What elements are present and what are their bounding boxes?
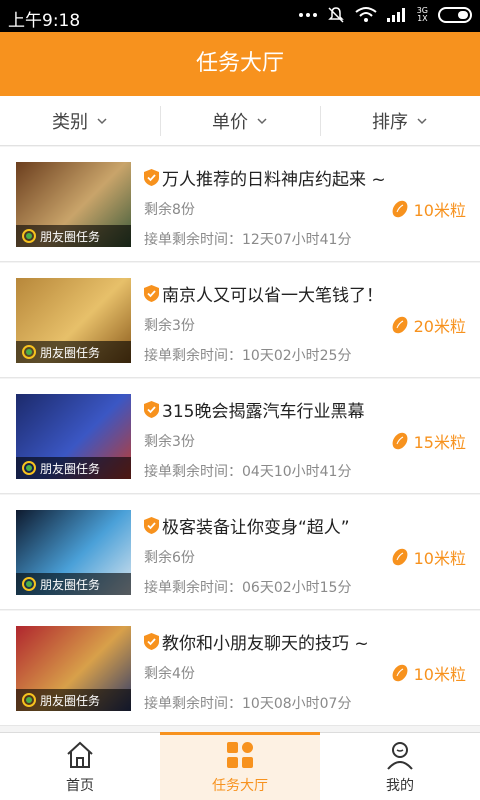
user-icon	[387, 741, 413, 770]
moments-logo-icon	[22, 577, 36, 591]
task-deadline: 接单剩余时间：12天07小时41分	[144, 232, 352, 248]
chevron-down-icon	[417, 117, 427, 124]
grid-icon	[227, 741, 253, 768]
rice-grain-icon	[392, 432, 408, 450]
moments-task-label: 朋友圈任务	[40, 577, 101, 592]
moments-task-label: 朋友圈任务	[40, 693, 101, 708]
task-remaining: 剩余4份	[144, 666, 195, 682]
rice-grain-icon	[392, 548, 408, 566]
task-deadline: 接单剩余时间：04天10小时41分	[144, 464, 352, 480]
task-deadline: 接单剩余时间：06天02小时15分	[144, 580, 352, 596]
filter-category[interactable]: 类别	[0, 96, 160, 145]
moments-task-tag: 朋友圈任务	[16, 225, 131, 247]
task-reward-value: 10米粒	[413, 201, 466, 220]
signal-icon	[386, 8, 405, 22]
status-time: 上午9:18	[8, 11, 81, 31]
tab-mine[interactable]: 我的	[320, 733, 480, 800]
moments-logo-icon	[22, 461, 36, 475]
task-title-text: 极客装备让你变身“超人”	[162, 518, 350, 538]
rice-grain-icon	[392, 664, 408, 682]
task-deadline: 接单剩余时间：10天02小时25分	[144, 348, 352, 364]
task-title: 教你和小朋友聊天的技巧 ~	[144, 629, 369, 654]
moments-task-tag: 朋友圈任务	[16, 341, 131, 363]
mute-icon	[327, 7, 344, 23]
task-thumbnail: 朋友圈任务	[16, 510, 131, 595]
task-item[interactable]: 朋友圈任务 南京人又可以省一大笔钱了！ 剩余3份 接单剩余时间：10天02小时2…	[0, 263, 480, 378]
moments-task-tag: 朋友圈任务	[16, 457, 131, 479]
task-thumbnail: 朋友圈任务	[16, 394, 131, 479]
task-remaining: 剩余3份	[144, 434, 195, 450]
task-reward-value: 10米粒	[413, 549, 466, 568]
task-item[interactable]: 朋友圈任务 极客装备让你变身“超人” 剩余6份 接单剩余时间：06天02小时15…	[0, 495, 480, 610]
task-title: 315晚会揭露汽车行业黑幕	[144, 397, 364, 422]
tab-home-label: 首页	[66, 777, 94, 794]
task-list: 朋友圈任务 万人推荐的日料神店约起来 ~ 剩余8份 接单剩余时间：12天07小时…	[0, 146, 480, 732]
chevron-down-icon	[257, 117, 267, 124]
network-type: 3G 1X	[416, 6, 428, 23]
moments-task-label: 朋友圈任务	[40, 229, 101, 244]
moments-task-label: 朋友圈任务	[40, 345, 101, 360]
task-thumbnail: 朋友圈任务	[16, 162, 131, 247]
filter-sort-label: 排序	[372, 111, 408, 133]
task-reward-value: 20米粒	[413, 317, 466, 336]
task-title: 万人推荐的日料神店约起来 ~	[144, 165, 386, 190]
bottom-tab-bar: 首页 任务大厅 我的	[0, 732, 480, 800]
moments-task-tag: 朋友圈任务	[16, 573, 131, 595]
task-thumbnail: 朋友圈任务	[16, 278, 131, 363]
rice-grain-icon	[392, 200, 408, 218]
task-title: 南京人又可以省一大笔钱了！	[144, 281, 383, 306]
moments-task-label: 朋友圈任务	[40, 461, 101, 476]
task-title-text: 南京人又可以省一大笔钱了！	[162, 286, 383, 306]
task-thumbnail: 朋友圈任务	[16, 626, 131, 711]
task-item[interactable]: 朋友圈任务 万人推荐的日料神店约起来 ~ 剩余8份 接单剩余时间：12天07小时…	[0, 147, 480, 262]
more-dots-icon	[298, 13, 317, 17]
verified-badge-icon	[144, 169, 159, 186]
task-reward-value: 15米粒	[413, 433, 466, 452]
battery-icon	[438, 7, 472, 23]
verified-badge-icon	[144, 285, 159, 302]
task-reward: 20米粒	[390, 313, 466, 337]
wifi-icon	[355, 7, 377, 22]
task-title-text: 315晚会揭露汽车行业黑幕	[162, 402, 365, 422]
task-title-text: 万人推荐的日料神店约起来 ~	[162, 170, 386, 190]
task-reward: 10米粒	[390, 661, 466, 685]
verified-badge-icon	[144, 401, 159, 418]
task-remaining: 剩余8份	[144, 202, 195, 218]
task-reward: 15米粒	[390, 429, 466, 453]
task-remaining: 剩余3份	[144, 318, 195, 334]
home-icon	[67, 741, 93, 768]
task-remaining: 剩余6份	[144, 550, 195, 566]
verified-badge-icon	[144, 517, 159, 534]
filter-price-label: 单价	[212, 111, 248, 133]
moments-logo-icon	[22, 345, 36, 359]
task-item[interactable]: 朋友圈任务 315晚会揭露汽车行业黑幕 剩余3份 接单剩余时间：04天10小时4…	[0, 379, 480, 494]
filter-price[interactable]: 单价	[160, 96, 320, 145]
moments-logo-icon	[22, 693, 36, 707]
moments-task-tag: 朋友圈任务	[16, 689, 131, 711]
task-reward-value: 10米粒	[413, 665, 466, 684]
task-reward: 10米粒	[390, 197, 466, 221]
filter-bar: 类别 单价 排序	[0, 96, 480, 146]
rice-grain-icon	[392, 316, 408, 334]
task-reward: 10米粒	[390, 545, 466, 569]
task-item[interactable]: 朋友圈任务 教你和小朋友聊天的技巧 ~ 剩余4份 接单剩余时间：10天08小时0…	[0, 611, 480, 726]
filter-sort[interactable]: 排序	[320, 96, 480, 145]
task-deadline: 接单剩余时间：10天08小时07分	[144, 696, 352, 712]
chevron-down-icon	[97, 117, 107, 124]
status-bar: 上午9:18 3G 1X	[0, 0, 480, 32]
filter-category-label: 类别	[52, 111, 88, 133]
tab-mine-label: 我的	[386, 777, 414, 794]
tab-task-hall-label: 任务大厅	[212, 777, 268, 794]
verified-badge-icon	[144, 633, 159, 650]
task-title: 极客装备让你变身“超人”	[144, 513, 350, 538]
tab-home[interactable]: 首页	[0, 733, 160, 800]
status-icons: 3G 1X	[298, 6, 472, 24]
task-title-text: 教你和小朋友聊天的技巧 ~	[162, 634, 369, 654]
moments-logo-icon	[22, 229, 36, 243]
page-title: 任务大厅	[0, 32, 480, 96]
tab-task-hall[interactable]: 任务大厅	[160, 732, 320, 800]
